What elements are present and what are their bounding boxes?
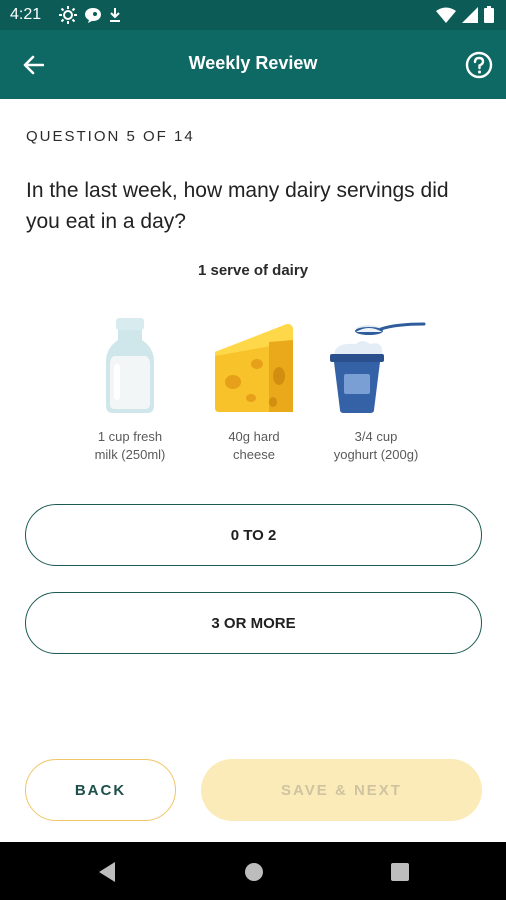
food-item-milk: 1 cup fresh milk (250ml) bbox=[60, 312, 200, 464]
chat-bubble-icon bbox=[85, 8, 101, 23]
brightness-icon bbox=[59, 6, 77, 24]
cheese-icon bbox=[215, 324, 293, 412]
nav-back-icon[interactable] bbox=[95, 860, 119, 884]
food-caption-line: yoghurt (200g) bbox=[333, 447, 419, 462]
status-bar: 4:21 bbox=[0, 0, 506, 30]
signal-icon bbox=[462, 6, 478, 23]
system-nav-bar bbox=[0, 842, 506, 900]
food-caption-line: 40g hard bbox=[228, 429, 280, 444]
milk-bottle-icon bbox=[106, 318, 154, 413]
question-text: In the last week, how many dairy serving… bbox=[26, 179, 449, 233]
wifi-icon bbox=[436, 7, 456, 23]
back-button[interactable]: BACK bbox=[25, 759, 176, 821]
food-item-cheese: 40g hard cheese bbox=[184, 312, 324, 464]
food-item-yoghurt: 3/4 cup yoghurt (200g) bbox=[306, 312, 446, 464]
option-3-or-more-button[interactable]: 3 OR MORE bbox=[25, 592, 482, 654]
food-caption-line: milk (250ml) bbox=[94, 447, 166, 462]
food-caption-line: 3/4 cup bbox=[354, 429, 398, 444]
nav-home-icon[interactable] bbox=[242, 860, 266, 884]
page-title: Weekly Review bbox=[188, 53, 318, 73]
status-time: 4:21 bbox=[10, 6, 42, 23]
help-circle-icon bbox=[465, 51, 493, 79]
status-right-icons bbox=[436, 6, 494, 23]
nav-recents-icon[interactable] bbox=[388, 860, 412, 884]
status-left-icons bbox=[58, 6, 122, 24]
food-caption-line: 1 cup fresh bbox=[97, 429, 163, 444]
serve-heading: 1 serve of dairy bbox=[197, 262, 309, 279]
question-counter: QUESTION 5 OF 14 bbox=[26, 128, 195, 145]
save-next-button[interactable]: SAVE & NEXT bbox=[201, 759, 482, 821]
yoghurt-icon bbox=[330, 322, 426, 413]
option-0-to-2-button[interactable]: 0 TO 2 bbox=[25, 504, 482, 566]
help-button[interactable] bbox=[464, 50, 494, 80]
battery-icon bbox=[484, 6, 494, 23]
download-icon bbox=[110, 8, 120, 22]
food-caption-line: cheese bbox=[233, 447, 275, 462]
app-bar: Weekly Review bbox=[0, 30, 506, 99]
